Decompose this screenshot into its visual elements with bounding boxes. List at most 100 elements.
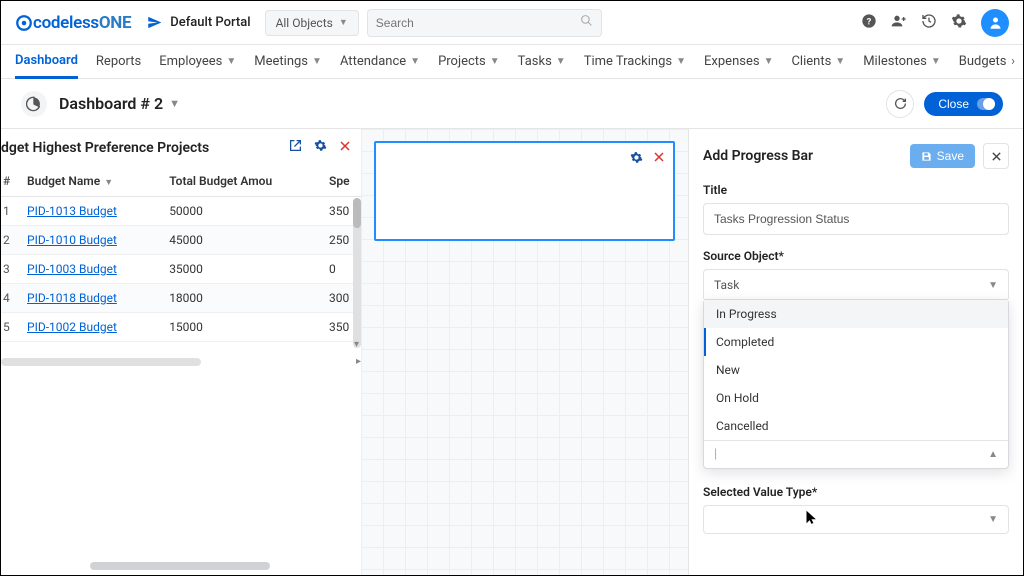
search-input-wrap[interactable] — [367, 9, 602, 37]
main-area: dget Highest Preference Projects # Budge… — [1, 129, 1023, 575]
scrollbar-horizontal[interactable] — [90, 562, 270, 570]
logo-icon — [15, 14, 33, 32]
budget-link[interactable]: PID-1002 Budget — [27, 320, 117, 334]
chevron-down-icon[interactable]: ▼ — [169, 97, 180, 110]
col-amount[interactable]: Total Budget Amou — [161, 166, 321, 197]
selected-value-type-label: Selected Value Type* — [703, 485, 1009, 499]
title-label: Title — [703, 183, 1009, 197]
col-spe[interactable]: Spe — [321, 166, 361, 197]
close-button[interactable]: Close — [924, 92, 1003, 116]
gear-icon[interactable] — [630, 151, 643, 168]
table-row[interactable]: 1PID-1013 Budget50000350 — [1, 197, 361, 226]
header-right: ? — [861, 9, 1009, 37]
titlebar: Dashboard # 2 ▼ Close — [1, 79, 1023, 129]
gear-icon[interactable] — [314, 139, 327, 156]
search-input[interactable] — [376, 16, 580, 30]
title-input[interactable] — [703, 203, 1009, 235]
history-icon[interactable] — [921, 13, 937, 33]
dropdown-search-input[interactable] — [719, 448, 988, 462]
col-idx[interactable]: # — [1, 166, 19, 197]
main-nav: Dashboard Reports Employees▼ Meetings▼ A… — [1, 45, 1023, 79]
source-value: Task — [714, 278, 739, 292]
budget-table: # Budget Name▼ Total Budget Amou Spe 1PI… — [1, 166, 361, 342]
chevron-down-icon: ▼ — [226, 56, 236, 67]
chevron-down-icon: ▼ — [339, 17, 348, 28]
option-completed[interactable]: Completed — [704, 328, 1008, 356]
sort-icon: ▼ — [104, 178, 113, 188]
nav-meetings[interactable]: Meetings▼ — [254, 54, 322, 69]
chevron-down-icon: ▼ — [835, 56, 845, 67]
nav-dashboard[interactable]: Dashboard — [15, 45, 78, 79]
add-user-icon[interactable] — [891, 13, 907, 33]
help-icon[interactable]: ? — [861, 13, 877, 33]
option-in-progress[interactable]: In Progress — [704, 300, 1008, 328]
dropdown-search-row[interactable]: | ▲ — [704, 441, 1008, 468]
option-new[interactable]: New — [704, 356, 1008, 384]
col-budget-name[interactable]: Budget Name▼ — [19, 166, 161, 197]
search-icon[interactable] — [580, 14, 593, 31]
close-icon[interactable] — [653, 151, 665, 168]
nav-attendance[interactable]: Attendance▼ — [340, 54, 420, 69]
chevron-down-icon: ▼ — [988, 280, 998, 291]
chevron-down-icon: ▼ — [931, 56, 941, 67]
gear-icon[interactable] — [951, 13, 967, 33]
nav-reports[interactable]: Reports — [96, 54, 141, 69]
logo: codelessONE — [15, 13, 131, 33]
left-panel: dget Highest Preference Projects # Budge… — [1, 129, 361, 575]
save-label: Save — [937, 149, 964, 163]
source-object-select[interactable]: Task ▼ — [703, 269, 1009, 301]
svg-text:?: ? — [867, 16, 872, 27]
paper-plane-icon[interactable] — [147, 15, 162, 30]
app-header: codelessONE Default Portal All Objects ▼… — [1, 1, 1023, 45]
new-widget[interactable] — [374, 141, 675, 241]
pie-chart-icon — [21, 91, 47, 117]
scrollbar-horizontal[interactable] — [1, 358, 201, 366]
close-panel-icon[interactable] — [983, 143, 1009, 169]
nav-employees[interactable]: Employees▼ — [159, 54, 236, 69]
nav-tasks[interactable]: Tasks▼ — [518, 54, 566, 69]
nav-expenses[interactable]: Expenses▼ — [704, 54, 773, 69]
titlebar-right: Close — [886, 90, 1003, 118]
table-row[interactable]: 5PID-1002 Budget15000350 — [1, 313, 361, 342]
save-button[interactable]: Save — [910, 144, 975, 168]
close-label: Close — [938, 97, 969, 111]
nav-scroll-right-icon[interactable]: › — [1007, 50, 1019, 73]
objects-label: All Objects — [276, 16, 333, 30]
option-on-hold[interactable]: On Hold — [704, 384, 1008, 412]
close-icon[interactable] — [339, 140, 351, 156]
logo-text-one: ONE — [99, 13, 131, 33]
canvas[interactable] — [361, 129, 688, 575]
status-dropdown: In Progress Completed New On Hold Cancel… — [703, 299, 1009, 469]
chevron-down-icon: ▼ — [490, 56, 500, 67]
panel-heading: Add Progress Bar — [703, 148, 813, 164]
chevron-down-icon: ▼ — [676, 56, 686, 67]
chevron-down-icon: ▼ — [556, 56, 566, 67]
cursor-icon — [804, 508, 819, 530]
chevron-up-icon[interactable]: ▲ — [988, 449, 998, 460]
scrollbar-vertical[interactable] — [353, 198, 361, 348]
chevron-down-icon: ▼ — [764, 56, 774, 67]
avatar[interactable] — [981, 9, 1009, 37]
table-row[interactable]: 3PID-1003 Budget350000 — [1, 255, 361, 284]
budget-link[interactable]: PID-1018 Budget — [27, 291, 117, 305]
nav-time-trackings[interactable]: Time Trackings▼ — [584, 54, 686, 69]
open-external-icon[interactable] — [289, 139, 302, 156]
budget-link[interactable]: PID-1010 Budget — [27, 233, 117, 247]
nav-clients[interactable]: Clients▼ — [791, 54, 845, 69]
budget-link[interactable]: PID-1013 Budget — [27, 204, 117, 218]
table-row[interactable]: 2PID-1010 Budget45000250 — [1, 226, 361, 255]
option-cancelled[interactable]: Cancelled — [704, 412, 1008, 440]
nav-milestones[interactable]: Milestones▼ — [863, 54, 941, 69]
table-row[interactable]: 4PID-1018 Budget18000300 — [1, 284, 361, 313]
save-icon — [921, 151, 932, 162]
selected-value-type-select[interactable]: ▼ — [703, 505, 1009, 534]
objects-select[interactable]: All Objects ▼ — [265, 10, 359, 36]
row-nav-icon[interactable]: ▾ — [354, 339, 359, 350]
budget-link[interactable]: PID-1003 Budget — [27, 262, 117, 276]
refresh-button[interactable] — [886, 90, 914, 118]
widget-title: dget Highest Preference Projects — [1, 140, 289, 156]
widget-actions — [289, 139, 351, 156]
nav-projects[interactable]: Projects▼ — [438, 54, 500, 69]
portal-name[interactable]: Default Portal — [170, 15, 250, 30]
chevron-down-icon: ▼ — [988, 514, 998, 525]
